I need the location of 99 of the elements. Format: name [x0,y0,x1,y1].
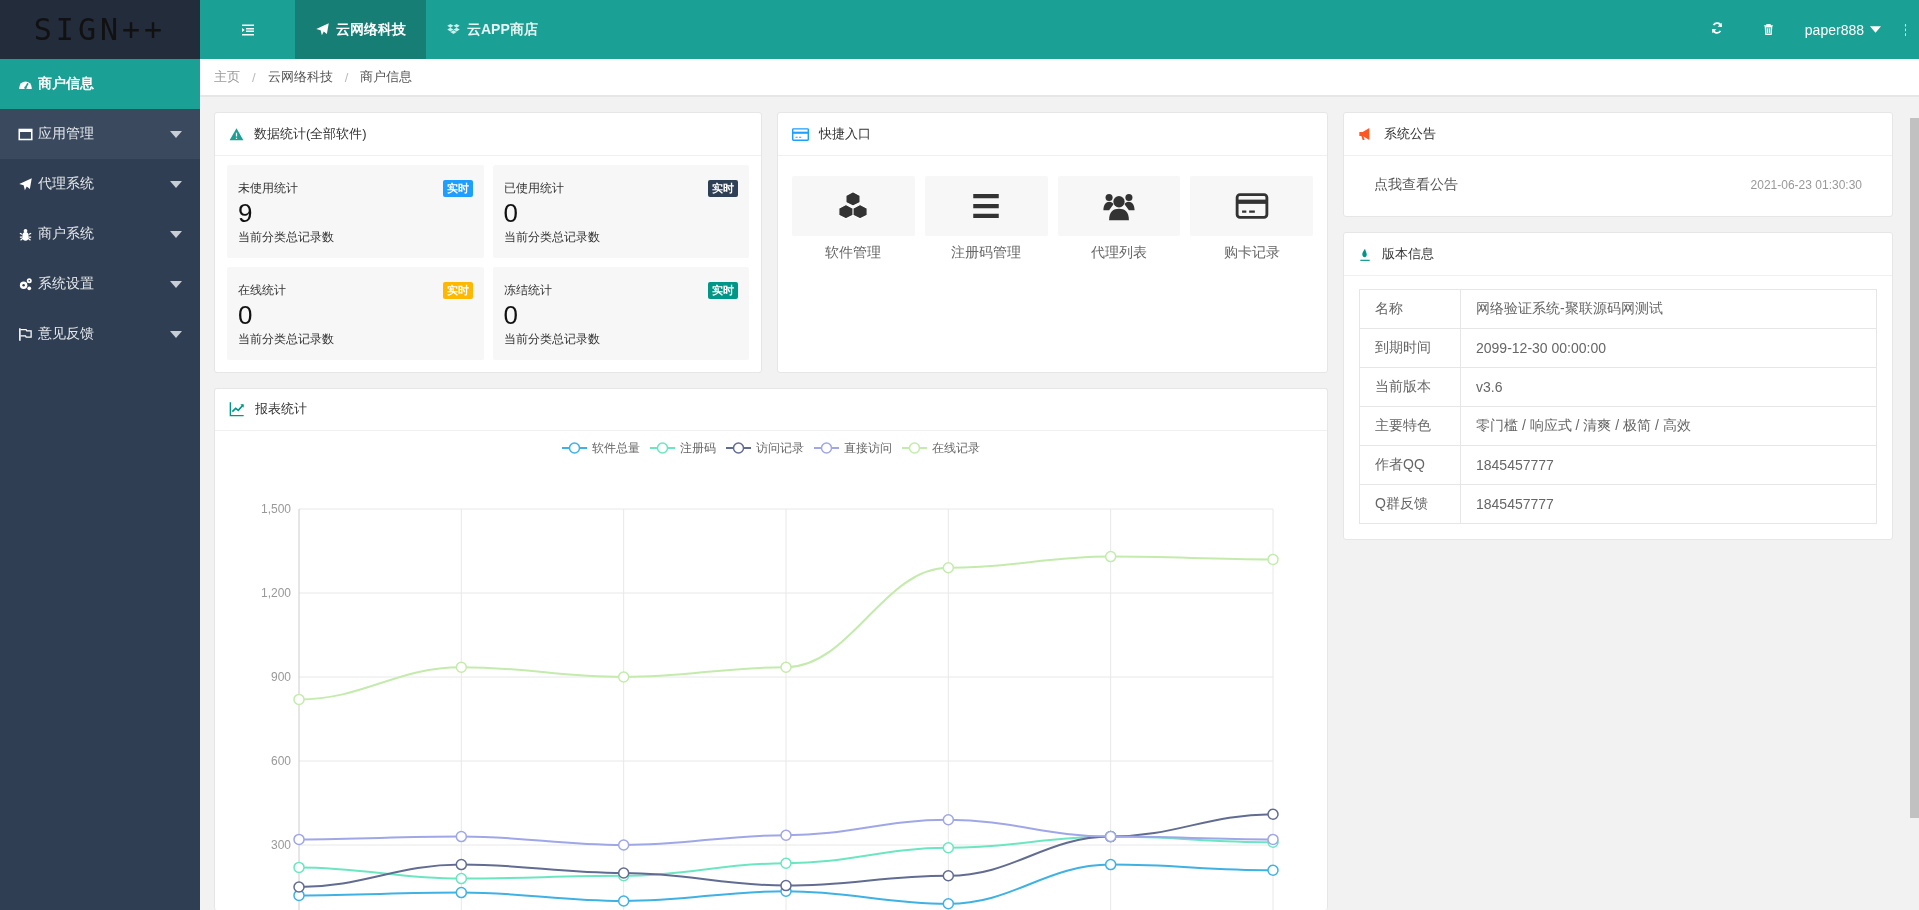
y-tick-label: 1,500 [260,501,291,516]
panel-title: 数据统计(全部软件) [254,125,367,143]
legend-marker-icon [650,441,675,455]
notice-time: 2021-06-23 01:30:30 [1750,178,1862,192]
breadcrumb-link[interactable]: 云网络科技 [267,68,333,86]
legend-item[interactable]: 软件总量 [562,439,640,457]
caret-icon [1870,26,1881,33]
more-icon [1902,22,1908,37]
info-value: v3.6 [1460,367,1877,407]
paper-plane-icon [18,176,33,192]
realtime-badge: 实时 [442,282,473,299]
data-point [780,879,792,891]
data-point [942,869,955,882]
notice-link[interactable]: 点我查看公告 [1374,176,1458,194]
data-point [293,880,305,893]
card-icon [792,125,809,143]
legend-marker-icon [814,441,839,455]
data-point [942,813,955,826]
legend-marker-icon [902,441,927,455]
sidebar-item[interactable]: 商户信息 [0,59,200,109]
sidebar-item[interactable]: 意见反馈 [0,309,200,359]
legend-item[interactable]: 访问记录 [726,439,804,457]
breadcrumb-link[interactable]: 商户信息 [360,68,413,86]
data-point [780,856,792,869]
data-point [1267,863,1279,876]
data-point [942,841,955,854]
data-point [617,894,630,907]
realtime-badge: 实时 [442,180,473,197]
data-point [455,872,468,884]
info-label: 作者QQ [1359,445,1461,485]
sidebar-item[interactable]: 商户系统 [0,209,200,259]
stat-value: 0 [238,301,254,329]
stat-note: 当前分类总记录数 [503,229,601,246]
stat-label: 在线统计 [238,282,286,299]
nav-tab[interactable]: 云网络科技 [295,0,426,59]
panel-title: 快捷入口 [819,125,871,143]
stat-value: 0 [503,301,519,329]
stat-label: 未使用统计 [238,180,298,197]
data-point [1267,553,1279,565]
flag-icon [18,326,33,342]
trash-icon [1762,23,1776,36]
sidebar-item[interactable]: 系统设置 [0,259,200,309]
y-tick-label: 600 [270,753,291,768]
panel-title: 系统公告 [1384,125,1436,143]
legend-marker-icon [562,441,587,455]
panel-title: 报表统计 [255,400,307,419]
stat-value: 0 [503,199,519,227]
info-value: 2099-12-30 00:00:00 [1460,328,1877,368]
data-point [942,561,955,574]
info-label: 名称 [1359,289,1461,329]
info-label: 当前版本 [1359,367,1461,407]
gears-icon [18,276,33,292]
user-menu[interactable]: paper888 [1794,0,1891,59]
legend-item[interactable]: 在线记录 [902,439,980,457]
data-point [1104,550,1117,562]
warning-icon [229,126,244,142]
stat-value: 9 [238,199,254,227]
info-value: 1845457777 [1460,445,1877,485]
data-point [780,660,792,673]
data-point [293,693,305,705]
data-point [617,838,630,851]
info-value: 零门槛 / 响应式 / 清爽 / 极简 / 高效 [1460,406,1877,446]
legend-item[interactable]: 注册码 [650,439,716,457]
line-chart-icon [229,401,245,418]
data-point [455,886,468,898]
y-tick-label: 900 [270,669,291,684]
data-point [1104,858,1117,870]
info-label: 到期时间 [1359,328,1461,368]
window-icon [18,126,33,142]
stat-note: 当前分类总记录数 [503,331,601,348]
realtime-badge: 实时 [708,282,738,299]
data-point [455,660,468,673]
sidebar-item[interactable]: 应用管理 [0,109,200,159]
y-tick-label: 300 [270,837,291,852]
data-point [293,861,305,873]
stat-label: 已使用统计 [503,180,564,197]
data-point [780,828,792,841]
legend-marker-icon [726,441,751,455]
info-value: 网络验证系统-聚联源码网测试 [1460,289,1877,329]
data-point [455,858,468,870]
paper-plane-icon [315,22,330,37]
info-label: 主要特色 [1359,406,1461,446]
panel-title: 版本信息 [1382,245,1434,263]
info-label: Q群反馈 [1359,484,1461,524]
legend-item[interactable]: 直接访问 [814,439,892,457]
data-point [1267,807,1279,820]
stat-note: 当前分类总记录数 [238,229,335,246]
data-point [617,670,630,683]
info-value: 1845457777 [1460,484,1877,524]
y-tick-label: 1,200 [260,585,291,600]
breadcrumb-separator: / [344,69,349,85]
stat-note: 当前分类总记录数 [238,331,335,348]
breadcrumb-separator: / [252,69,256,85]
data-point [293,833,305,845]
stat-label: 冻结统计 [503,282,552,299]
realtime-badge: 实时 [708,180,738,197]
bug-icon [18,226,33,242]
data-point [455,830,468,842]
sidebar-item[interactable]: 代理系统 [0,159,200,209]
